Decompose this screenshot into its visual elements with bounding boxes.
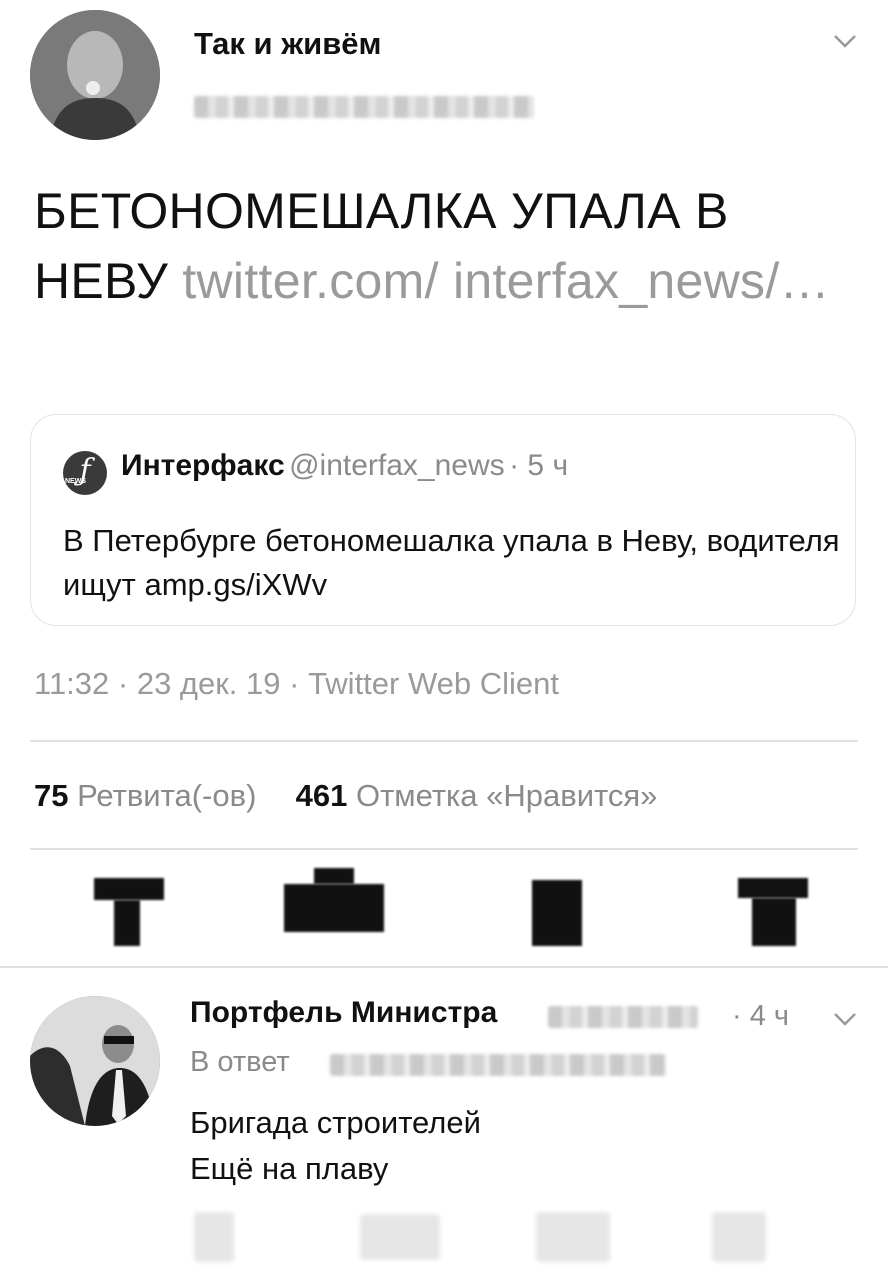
reply-author-handle-redacted [548, 1006, 698, 1028]
divider [30, 848, 858, 850]
divider [0, 966, 888, 968]
quoted-tweet-card[interactable]: ƒ NEWS Интерфакс @interfax_news · 5 ч В … [30, 414, 856, 626]
reply-retweet-icon[interactable] [360, 1214, 440, 1260]
reply-like-icon[interactable] [536, 1212, 610, 1262]
reply-author-avatar[interactable] [30, 996, 160, 1126]
reply-header: Портфель Министра [190, 996, 497, 1030]
reply-icon[interactable] [94, 872, 164, 946]
chevron-down-icon[interactable] [832, 32, 858, 50]
quoted-author-name[interactable]: Интерфакс [121, 449, 285, 482]
tweet-stats: 75 Ретвита(-ов) 461 Отметка «Нравится» [34, 778, 657, 814]
quoted-author-handle[interactable]: @interfax_news [289, 449, 505, 482]
reply-share-icon[interactable] [712, 1212, 766, 1262]
reply-reply-icon[interactable] [194, 1212, 234, 1262]
likes-count[interactable]: 461 [296, 778, 348, 813]
author-handle-redacted [194, 96, 534, 118]
interfax-logo: ƒ NEWS [63, 451, 107, 495]
author-avatar[interactable] [30, 10, 160, 140]
retweets-count[interactable]: 75 [34, 778, 68, 813]
reply-text-line-1: Бригада строителей [190, 1105, 481, 1140]
quoted-tweet-time: · 5 ч [509, 449, 569, 482]
reply-text-line-2: Ещё на плаву [190, 1151, 389, 1186]
quoted-tweet-header: Интерфакс @interfax_news · 5 ч [121, 449, 568, 483]
share-icon[interactable] [738, 870, 808, 946]
in-reply-to: В ответ [190, 1046, 290, 1078]
reply-author-name[interactable]: Портфель Министра [190, 996, 497, 1029]
retweet-icon[interactable] [284, 868, 384, 932]
quoted-tweet-text: В Петербурге бетономешалка упала в Неву,… [63, 523, 840, 602]
in-reply-to-handle-redacted[interactable] [330, 1054, 666, 1076]
tweet-link[interactable]: twitter.com/ interfax_news/… [182, 253, 830, 309]
like-icon[interactable] [532, 880, 582, 946]
author-name[interactable]: Так и живём [194, 26, 381, 62]
likes-label[interactable]: Отметка «Нравится» [356, 778, 657, 813]
tweet-text: БЕТОНОМЕШАЛКА УПАЛА В НЕВУ twitter.com/ … [34, 176, 854, 316]
retweets-label[interactable]: Ретвита(-ов) [77, 778, 256, 813]
chevron-down-icon[interactable] [832, 1010, 858, 1028]
reply-time: · 4 ч [732, 1000, 790, 1032]
divider [30, 740, 858, 742]
tweet-timestamp: 11:32 · 23 дек. 19 · Twitter Web Client [34, 666, 560, 701]
